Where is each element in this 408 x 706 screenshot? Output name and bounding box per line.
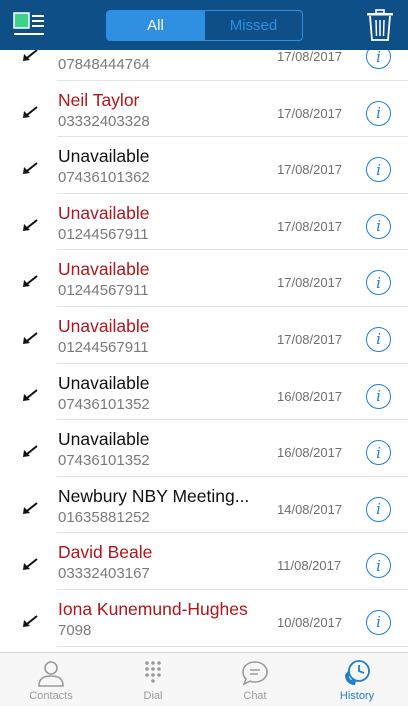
caller-name: Iona Kunemund-Hughes: [58, 598, 248, 619]
caller-number: 01244567911: [58, 225, 149, 243]
call-date: 11/08/2017: [277, 558, 342, 574]
caller-number: 01635881252: [58, 508, 150, 526]
tab-contacts[interactable]: Contacts: [0, 653, 102, 706]
incoming-call-arrow-icon: [23, 332, 38, 344]
caller-number: 03332403167: [58, 565, 150, 583]
incoming-call-arrow-icon: [23, 445, 38, 458]
call-history-row[interactable]: Unavailable 07436101352 16/08/2017 i: [0, 364, 408, 421]
incoming-call-arrow-icon: [23, 615, 38, 627]
info-icon[interactable]: i: [366, 383, 391, 409]
incoming-call-arrow-icon: [23, 275, 38, 288]
caller-name: Unavailable: [58, 372, 150, 393]
call-history-row[interactable]: Iona Kunemund-Hughes 7098 10/08/2017 i: [0, 590, 408, 647]
info-icon[interactable]: i: [366, 270, 391, 296]
tab-history-label: History: [339, 690, 375, 702]
info-icon[interactable]: i: [366, 100, 391, 126]
info-icon[interactable]: i: [366, 157, 391, 183]
call-history-list: 07848444764 17/08/2017 i Neil Taylor 0333240…: [0, 24, 408, 647]
call-date: 17/08/2017: [277, 105, 343, 121]
call-filter-segmented-control: All Missed: [106, 10, 303, 41]
incoming-call-arrow-icon: [23, 388, 38, 401]
incoming-call-arrow-icon: [23, 501, 38, 514]
bottom-tab-bar: Contacts Dial Chat History: [0, 652, 408, 706]
tab-chat[interactable]: Chat: [204, 653, 306, 706]
call-history-row[interactable]: David Beale 03332403167 11/08/2017 i: [0, 533, 408, 590]
call-history-row[interactable]: Unavailable 01244567911 17/08/2017 i: [0, 194, 408, 251]
caller-name: Unavailable: [58, 202, 150, 223]
tab-history[interactable]: History: [306, 653, 408, 706]
caller-number: 07848444764: [58, 56, 150, 73]
call-date: 17/08/2017: [277, 275, 343, 291]
tab-missed[interactable]: Missed: [204, 11, 302, 40]
call-date: 17/08/2017: [277, 331, 343, 347]
tab-contacts-label: Contacts: [29, 690, 73, 702]
call-history-row[interactable]: Unavailable 07436101352 16/08/2017 i: [0, 420, 408, 477]
trash-icon[interactable]: [366, 9, 394, 41]
call-date: 17/08/2017: [277, 162, 343, 178]
call-history-row[interactable]: Newbury NBY Meeting... 01635881252 14/08/2…: [0, 477, 408, 534]
call-date: 17/08/2017: [277, 49, 343, 64]
call-date: 14/08/2017: [277, 501, 343, 517]
info-icon[interactable]: i: [366, 496, 391, 522]
caller-number: 01244567911: [58, 338, 149, 356]
tab-dial-label: Dial: [143, 690, 163, 702]
caller-number: 01244567911: [58, 282, 149, 300]
caller-name: Unavailable: [58, 146, 150, 167]
incoming-call-arrow-icon: [23, 162, 38, 175]
caller-name: Newbury NBY Meeting...: [58, 485, 250, 506]
incoming-call-arrow-icon: [23, 49, 38, 61]
dialpad-icon: [145, 661, 161, 683]
caller-number: 07436101352: [58, 452, 150, 470]
info-icon[interactable]: i: [366, 213, 391, 239]
caller-name: Unavailable: [58, 429, 150, 450]
call-date: 17/08/2017: [277, 218, 343, 234]
call-date: 16/08/2017: [277, 445, 343, 461]
caller-number: 07436101352: [58, 395, 150, 413]
caller-name: Unavailable: [58, 315, 150, 336]
tab-chat-label: Chat: [243, 690, 267, 702]
menu-icon[interactable]: [13, 12, 45, 38]
call-history-row[interactable]: Unavailable 07436101362 17/08/2017 i: [0, 137, 408, 194]
incoming-call-arrow-icon: [23, 219, 38, 231]
caller-name: Neil Taylor: [58, 89, 140, 110]
info-icon[interactable]: i: [366, 326, 391, 352]
caller-number: 7098: [58, 621, 92, 639]
call-history-row[interactable]: Unavailable 01244567911 17/08/2017 i: [0, 307, 408, 364]
info-icon[interactable]: i: [366, 609, 391, 635]
call-history-row[interactable]: Unavailable 01244567911 17/08/2017 i: [0, 250, 408, 307]
incoming-call-arrow-icon: [23, 105, 38, 118]
caller-number: 03332403328: [58, 112, 150, 130]
caller-number: 07436101362: [58, 169, 150, 187]
call-history-row[interactable]: Neil Taylor 03332403328 17/08/2017 i: [0, 81, 408, 138]
tab-all[interactable]: All: [107, 11, 204, 40]
caller-name: David Beale: [58, 542, 153, 563]
info-icon[interactable]: i: [366, 440, 391, 466]
caller-name: Unavailable: [58, 259, 150, 280]
incoming-call-arrow-icon: [23, 558, 38, 571]
person-icon: [38, 661, 64, 687]
info-icon[interactable]: i: [366, 553, 391, 579]
call-date: 16/08/2017: [277, 388, 343, 404]
top-bar: All Missed: [0, 0, 408, 50]
chat-bubble-icon: [242, 661, 268, 686]
clock-phone-icon: [345, 660, 370, 685]
tab-dial[interactable]: Dial: [102, 653, 204, 706]
call-date: 10/08/2017: [277, 614, 343, 630]
